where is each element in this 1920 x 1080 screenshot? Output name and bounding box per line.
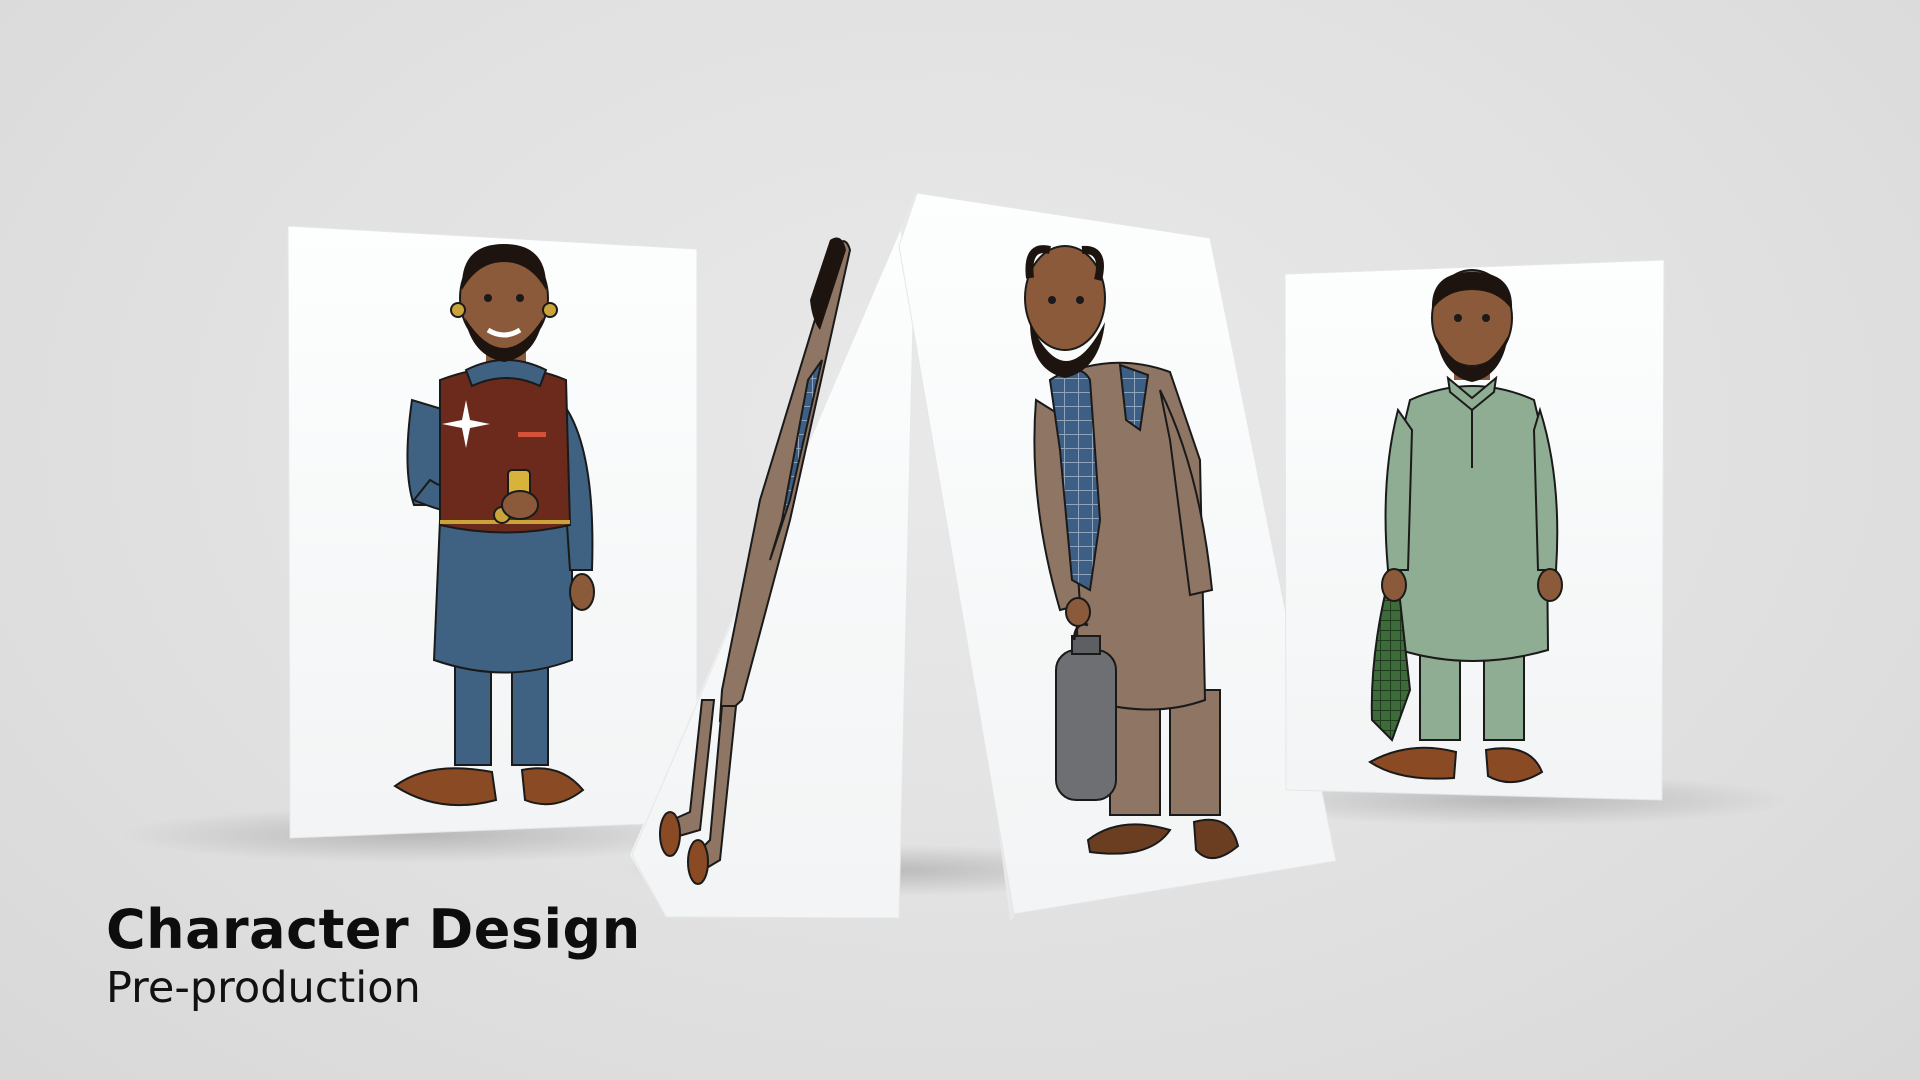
caption-title: Character Design (106, 898, 641, 961)
caption-block: Character Design Pre-production (106, 898, 641, 1014)
caption-subtitle: Pre-production (106, 963, 421, 1014)
character-card-3 (898, 192, 1337, 920)
character-card-4 (1284, 259, 1665, 801)
character-card-1 (287, 225, 698, 839)
